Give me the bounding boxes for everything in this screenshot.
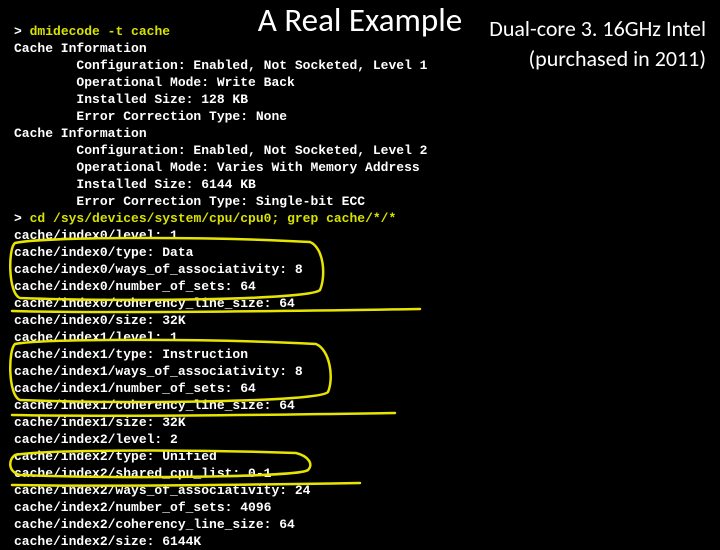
dm-line: Error Correction Type: Single-bit ECC	[14, 194, 365, 209]
prompt: >	[14, 211, 22, 226]
terminal-output: > dmidecode -t cache Cache Information C…	[14, 6, 427, 550]
slide-subtitle: Dual-core 3. 16GHz Intel (purchased in 2…	[489, 14, 706, 73]
sys-line: cache/index1/ways_of_associativity: 8	[14, 364, 303, 379]
sys-line: cache/index2/ways_of_associativity: 24	[14, 483, 310, 498]
prompt: >	[14, 24, 22, 39]
sys-line: cache/index1/type: Instruction	[14, 347, 248, 362]
sys-line: cache/index0/size: 32K	[14, 313, 186, 328]
slide: > dmidecode -t cache Cache Information C…	[0, 0, 720, 540]
sys-line: cache/index1/number_of_sets: 64	[14, 381, 256, 396]
sys-line: cache/index0/level: 1	[14, 228, 178, 243]
sys-line: cache/index0/number_of_sets: 64	[14, 279, 256, 294]
sys-line: cache/index2/coherency_line_size: 64	[14, 517, 295, 532]
dm-line: Installed Size: 128 KB	[14, 92, 248, 107]
dm-header-2: Cache Information	[14, 126, 147, 141]
subtitle-line-1: Dual-core 3. 16GHz Intel	[489, 15, 706, 42]
dm-line: Configuration: Enabled, Not Socketed, Le…	[14, 58, 427, 73]
sys-line: cache/index1/coherency_line_size: 64	[14, 398, 295, 413]
sys-line: cache/index2/type: Unified	[14, 449, 217, 464]
sys-line: cache/index2/level: 2	[14, 432, 178, 447]
sys-line: cache/index1/level: 1	[14, 330, 178, 345]
sys-line: cache/index2/shared_cpu_list: 0-1	[14, 466, 271, 481]
dm-line: Error Correction Type: None	[14, 109, 287, 124]
dm-line: Operational Mode: Write Back	[14, 75, 295, 90]
dm-line: Operational Mode: Varies With Memory Add…	[14, 160, 420, 175]
dm-line: Installed Size: 6144 KB	[14, 177, 256, 192]
command-dmidecode: dmidecode -t cache	[30, 24, 170, 39]
sys-line: cache/index2/number_of_sets: 4096	[14, 500, 271, 515]
sys-line: cache/index1/size: 32K	[14, 415, 186, 430]
sys-line: cache/index0/ways_of_associativity: 8	[14, 262, 303, 277]
sys-line: cache/index2/size: 6144K	[14, 534, 201, 549]
subtitle-line-2: (purchased in 2011)	[529, 45, 706, 72]
sys-line: cache/index0/coherency_line_size: 64	[14, 296, 295, 311]
command-grep: cd /sys/devices/system/cpu/cpu0; grep ca…	[30, 211, 397, 226]
dm-line: Configuration: Enabled, Not Socketed, Le…	[14, 143, 427, 158]
dm-header-1: Cache Information	[14, 41, 147, 56]
sys-line: cache/index0/type: Data	[14, 245, 193, 260]
